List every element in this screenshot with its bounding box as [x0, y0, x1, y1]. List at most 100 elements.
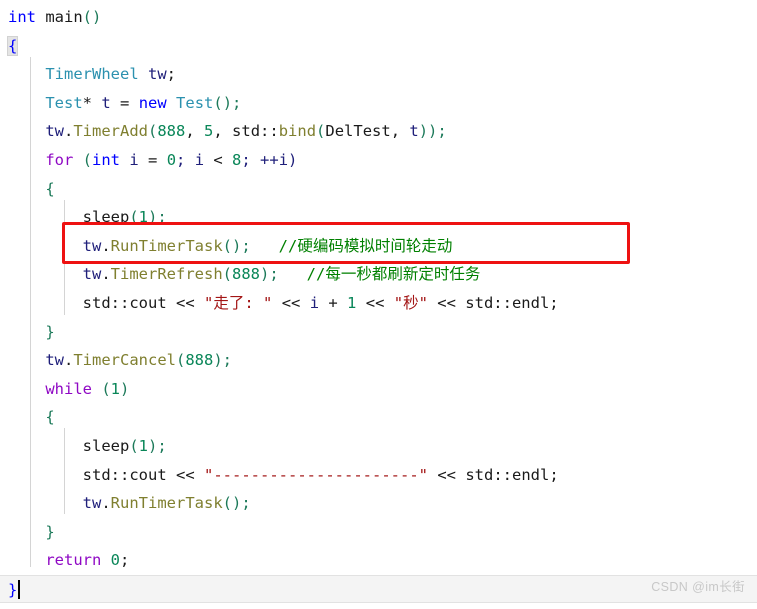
code-content[interactable]: int main() { TimerWheel tw; Test* t = ne… [0, 0, 757, 604]
token-paren: ( [73, 150, 92, 169]
token-keyword-return: return [45, 551, 102, 570]
code-line[interactable]: { [0, 32, 757, 61]
code-line[interactable]: tw.TimerAdd(888, 5, std::bind(DelTest, t… [0, 117, 757, 146]
token-keyword: int [8, 8, 36, 26]
token-keyword-new: new [138, 93, 167, 112]
token-namespace: std [465, 293, 494, 312]
token-number: 1 [347, 293, 357, 312]
token-paren: ( [222, 265, 232, 284]
code-line[interactable]: Test* t = new Test(); [0, 89, 757, 118]
code-line[interactable]: TimerWheel tw; [0, 60, 757, 89]
token-type: Test [176, 93, 214, 112]
token-function-call: sleep [82, 208, 130, 227]
token-method: TimerAdd [73, 122, 148, 141]
token-comment: //硬编码模拟时间轮走动 [278, 236, 453, 255]
token-assign: = [120, 93, 130, 112]
token-number: 1 [138, 208, 149, 227]
code-line[interactable]: { [0, 403, 757, 432]
token-dot: . [101, 494, 111, 513]
token-identifier: t [92, 93, 120, 112]
token-comma: , [213, 122, 233, 141]
code-line[interactable]: } [0, 318, 757, 347]
token-identifier: i [300, 293, 329, 312]
token-parens: (); [213, 93, 242, 112]
token-scope: :: [110, 293, 130, 312]
token-brace-close: } [45, 522, 55, 541]
token-less-than: < [213, 150, 223, 169]
code-line[interactable]: int main() [0, 3, 757, 32]
token-paren: ( [129, 436, 139, 455]
code-line[interactable]: } [0, 518, 757, 547]
token-identifier: tw [82, 265, 102, 284]
token-identifier: tw [148, 65, 167, 84]
token-string: "走了: " [204, 293, 273, 312]
token-stream-operator: << [281, 293, 301, 312]
token-paren: ) [120, 379, 130, 398]
token-function-name: main [45, 8, 83, 26]
code-line[interactable]: return 0; [0, 546, 757, 575]
code-line[interactable]: sleep(1); [0, 432, 757, 461]
token-brace-open-matched: { [6, 35, 19, 56]
token-paren: ( [129, 208, 139, 227]
token-star: * [82, 93, 92, 112]
token-stream-operator: << [437, 293, 456, 312]
token-method: RunTimerTask [110, 494, 223, 513]
token-identifier: t [409, 122, 419, 141]
token-semicolon: ; [549, 465, 559, 484]
token-condition: ; i [176, 150, 214, 169]
token-parens: ); [148, 208, 167, 227]
token-stream-operator: << [176, 293, 195, 312]
token-namespace: std [465, 465, 494, 484]
code-line[interactable]: tw.TimerCancel(888); [0, 346, 757, 375]
code-line-highlighted[interactable]: tw.RunTimerTask(); //硬编码模拟时间轮走动 [0, 232, 757, 261]
token-type: TimerWheel [45, 65, 139, 84]
token-semicolon: ; [549, 293, 559, 312]
code-line[interactable]: { [0, 175, 757, 204]
code-line[interactable]: while (1) [0, 375, 757, 404]
token-dot: . [101, 236, 111, 255]
token-method: TimerCancel [73, 351, 176, 370]
token-comma: , [390, 122, 410, 141]
code-line[interactable]: std::cout << "----------------------" <<… [0, 461, 757, 490]
code-editor-pane[interactable]: int main() { TimerWheel tw; Test* t = ne… [0, 0, 757, 609]
token-semicolon: ; [120, 551, 130, 570]
token-stream-operator: << [437, 465, 456, 484]
token-endl: endl [512, 465, 550, 484]
token-keyword-while: while [45, 379, 92, 398]
code-line[interactable]: tw.RunTimerTask(); [0, 489, 757, 518]
token-type: Test [45, 93, 83, 112]
token-string: "----------------------" [204, 465, 428, 484]
token-number: 888 [185, 351, 214, 370]
code-line-current[interactable]: } [0, 574, 757, 604]
token-identifier: tw [45, 122, 64, 141]
token-brace-open: { [45, 408, 55, 427]
code-line[interactable]: std::cout << "走了: " << i + 1 << "秒" << s… [0, 289, 757, 318]
code-line[interactable]: sleep(1); [0, 203, 757, 232]
token-identifier: tw [45, 351, 64, 370]
token-parens: () [82, 8, 102, 26]
token-number: 1 [110, 379, 121, 398]
token-parens: ); [213, 351, 233, 370]
token-brace-close: } [45, 322, 55, 341]
token-identifier: DelTest [325, 122, 391, 141]
token-increment: ; ++i) [241, 150, 298, 169]
token-stream-cout: cout [129, 465, 167, 484]
token-paren: ( [176, 351, 186, 370]
token-paren: ( [92, 379, 111, 398]
code-line[interactable]: for (int i = 0; i < 8; ++i) [0, 146, 757, 175]
code-line[interactable]: tw.TimerRefresh(888); //每一秒都刷新定时任务 [0, 260, 757, 289]
token-method: bind [278, 122, 317, 141]
token-parens: (); [222, 494, 251, 513]
token-stream-operator: << [365, 293, 385, 312]
token-function-call: sleep [82, 436, 130, 455]
